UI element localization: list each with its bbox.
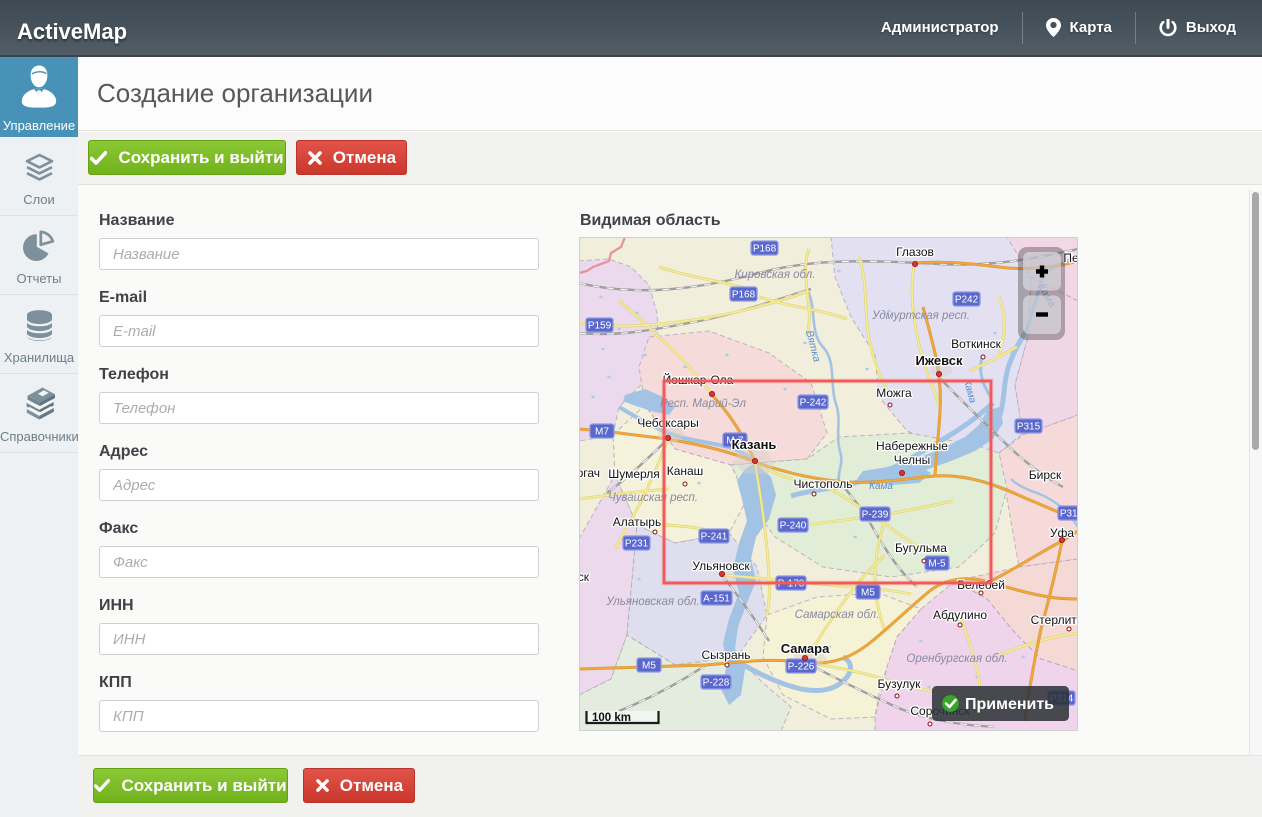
svg-text:Шумерля: Шумерля bbox=[608, 467, 660, 481]
svg-text:Оренбургская обл.: Оренбургская обл. bbox=[906, 653, 1007, 665]
svg-text:Бугульма: Бугульма bbox=[895, 541, 947, 555]
svg-text:Ульяновская обл.: Ульяновская обл. bbox=[605, 596, 699, 608]
svg-text:Самара: Самара bbox=[781, 641, 830, 656]
svg-text:A-151: A-151 bbox=[703, 594, 730, 605]
svg-text:P242: P242 bbox=[955, 295, 979, 306]
svg-text:нск: нск bbox=[579, 570, 590, 584]
svg-text:Абдулино: Абдулино bbox=[933, 608, 987, 622]
svg-text:Алатырь: Алатырь bbox=[613, 515, 661, 529]
svg-text:Кировская обл.: Кировская обл. bbox=[735, 269, 816, 281]
svg-text:Воткинск: Воткинск bbox=[951, 337, 1001, 351]
svg-text:Р-226: Р-226 bbox=[788, 662, 815, 673]
svg-text:Пе: Пе bbox=[1063, 251, 1078, 265]
svg-text:Кама: Кама bbox=[869, 481, 893, 492]
svg-text:Казань: Казань bbox=[732, 437, 777, 452]
svg-text:100 km: 100 km bbox=[592, 712, 631, 724]
svg-text:Сызрань: Сызрань bbox=[701, 648, 750, 662]
svg-text:M5: M5 bbox=[861, 588, 875, 599]
svg-text:Применить: Применить bbox=[965, 696, 1054, 713]
svg-text:Можга: Можга bbox=[876, 386, 912, 400]
svg-text:Р-228: Р-228 bbox=[703, 678, 730, 689]
svg-text:М-5: М-5 bbox=[928, 559, 946, 570]
svg-text:Стерлита: Стерлита bbox=[1031, 613, 1078, 627]
svg-text:Р-242: Р-242 bbox=[800, 398, 827, 409]
svg-text:Глазов: Глазов bbox=[896, 245, 934, 259]
svg-text:Канаш: Канаш bbox=[667, 464, 704, 478]
svg-text:P168: P168 bbox=[753, 244, 777, 255]
svg-text:Самарская обл.: Самарская обл. bbox=[795, 609, 880, 621]
svg-text:Ижевск: Ижевск bbox=[915, 353, 963, 368]
svg-text:Ульяновск: Ульяновск bbox=[692, 559, 750, 573]
svg-text:Респ. Марий-Эл: Респ. Марий-Эл bbox=[660, 398, 746, 410]
svg-text:P315: P315 bbox=[1060, 509, 1078, 520]
svg-text:M7: M7 bbox=[595, 427, 609, 438]
svg-text:P315: P315 bbox=[1017, 422, 1041, 433]
svg-text:Удмуртская респ.: Удмуртская респ. bbox=[871, 310, 970, 322]
svg-text:Р-241: Р-241 bbox=[701, 532, 728, 543]
svg-text:P231: P231 bbox=[625, 539, 649, 550]
svg-text:Р-239: Р-239 bbox=[862, 510, 889, 521]
svg-text:P159: P159 bbox=[588, 321, 612, 332]
svg-text:ергач: ергач bbox=[579, 466, 600, 480]
svg-text:Бузулук: Бузулук bbox=[878, 677, 922, 691]
svg-text:P168: P168 bbox=[732, 290, 756, 301]
svg-text:M5: M5 bbox=[642, 661, 656, 672]
svg-text:Челны: Челны bbox=[894, 453, 931, 467]
svg-text:Чистополь: Чистополь bbox=[794, 477, 853, 491]
svg-text:Набережные: Набережные bbox=[876, 439, 948, 453]
svg-text:Р-240: Р-240 bbox=[780, 521, 807, 532]
svg-text:Чувашская респ.: Чувашская респ. bbox=[608, 492, 698, 504]
svg-text:Чебоксары: Чебоксары bbox=[637, 416, 698, 430]
svg-text:Бирск: Бирск bbox=[1029, 468, 1062, 482]
